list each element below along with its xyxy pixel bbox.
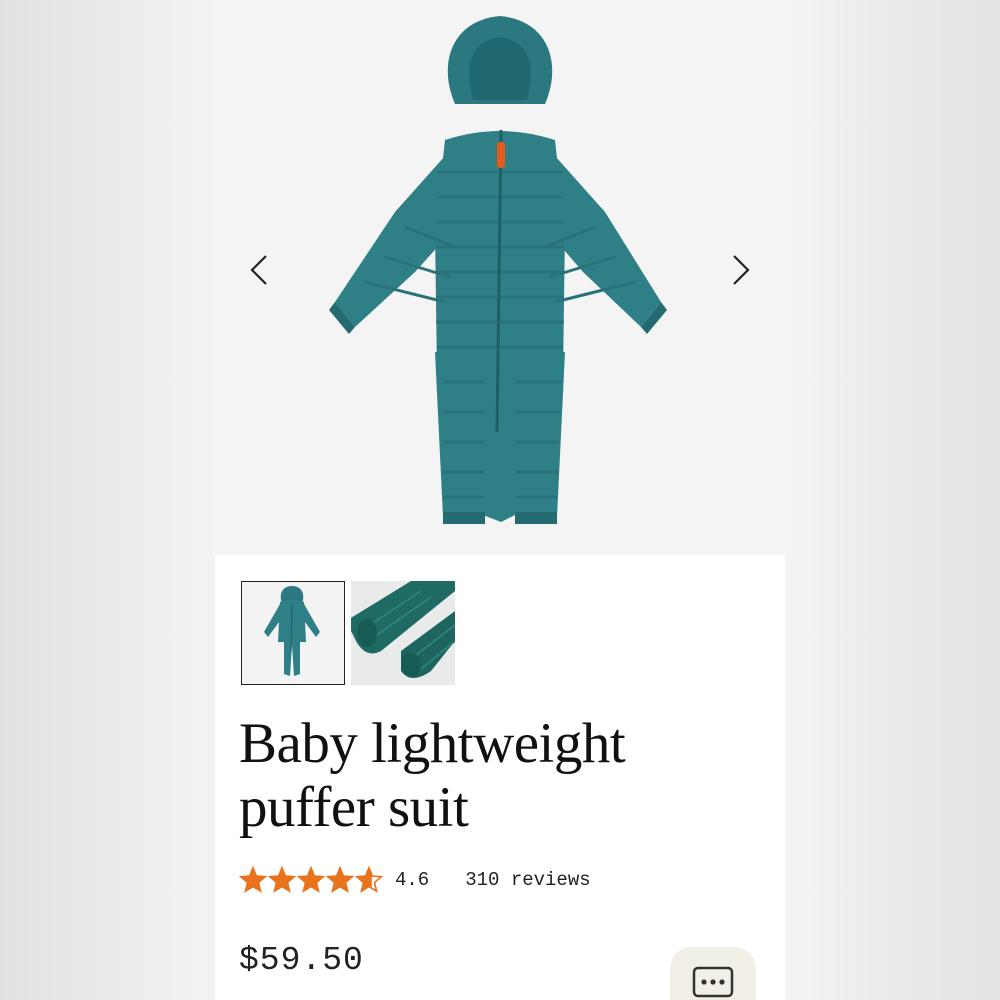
chevron-left-icon [250, 255, 267, 285]
background-right [785, 0, 1000, 1000]
thumbnail-detail-image [351, 581, 455, 678]
chat-bubble-icon [692, 966, 734, 998]
product-image-carousel[interactable] [215, 0, 785, 555]
thumbnail-suit-image [264, 586, 320, 676]
background-left [0, 0, 215, 1000]
star-icon [268, 866, 296, 893]
star-icon [239, 866, 267, 893]
thumbnail-1[interactable] [241, 581, 345, 685]
thumbnail-strip [241, 581, 455, 685]
thumbnail-2[interactable] [351, 581, 455, 685]
previous-image-button[interactable] [239, 250, 279, 290]
star-icon [297, 866, 325, 893]
rating-stars [239, 866, 383, 894]
product-page: Baby lightweight puffer suit 4.6 310 rev… [215, 0, 785, 1000]
product-rating: 4.6 310 reviews [239, 866, 591, 894]
product-main-image [329, 16, 667, 524]
next-image-button[interactable] [721, 250, 761, 290]
product-title-line1: Baby lightweight [239, 712, 626, 775]
product-title-line2: puffer suit [239, 776, 469, 839]
rating-value: 4.6 [395, 869, 430, 891]
product-title: Baby lightweight puffer suit [239, 712, 759, 840]
star-icon [326, 866, 354, 893]
chat-button[interactable] [670, 947, 756, 1000]
chevron-right-icon [733, 255, 750, 285]
reviews-link[interactable]: 310 reviews [465, 869, 590, 891]
product-price: $59.50 [239, 942, 364, 979]
star-icon [355, 866, 383, 893]
